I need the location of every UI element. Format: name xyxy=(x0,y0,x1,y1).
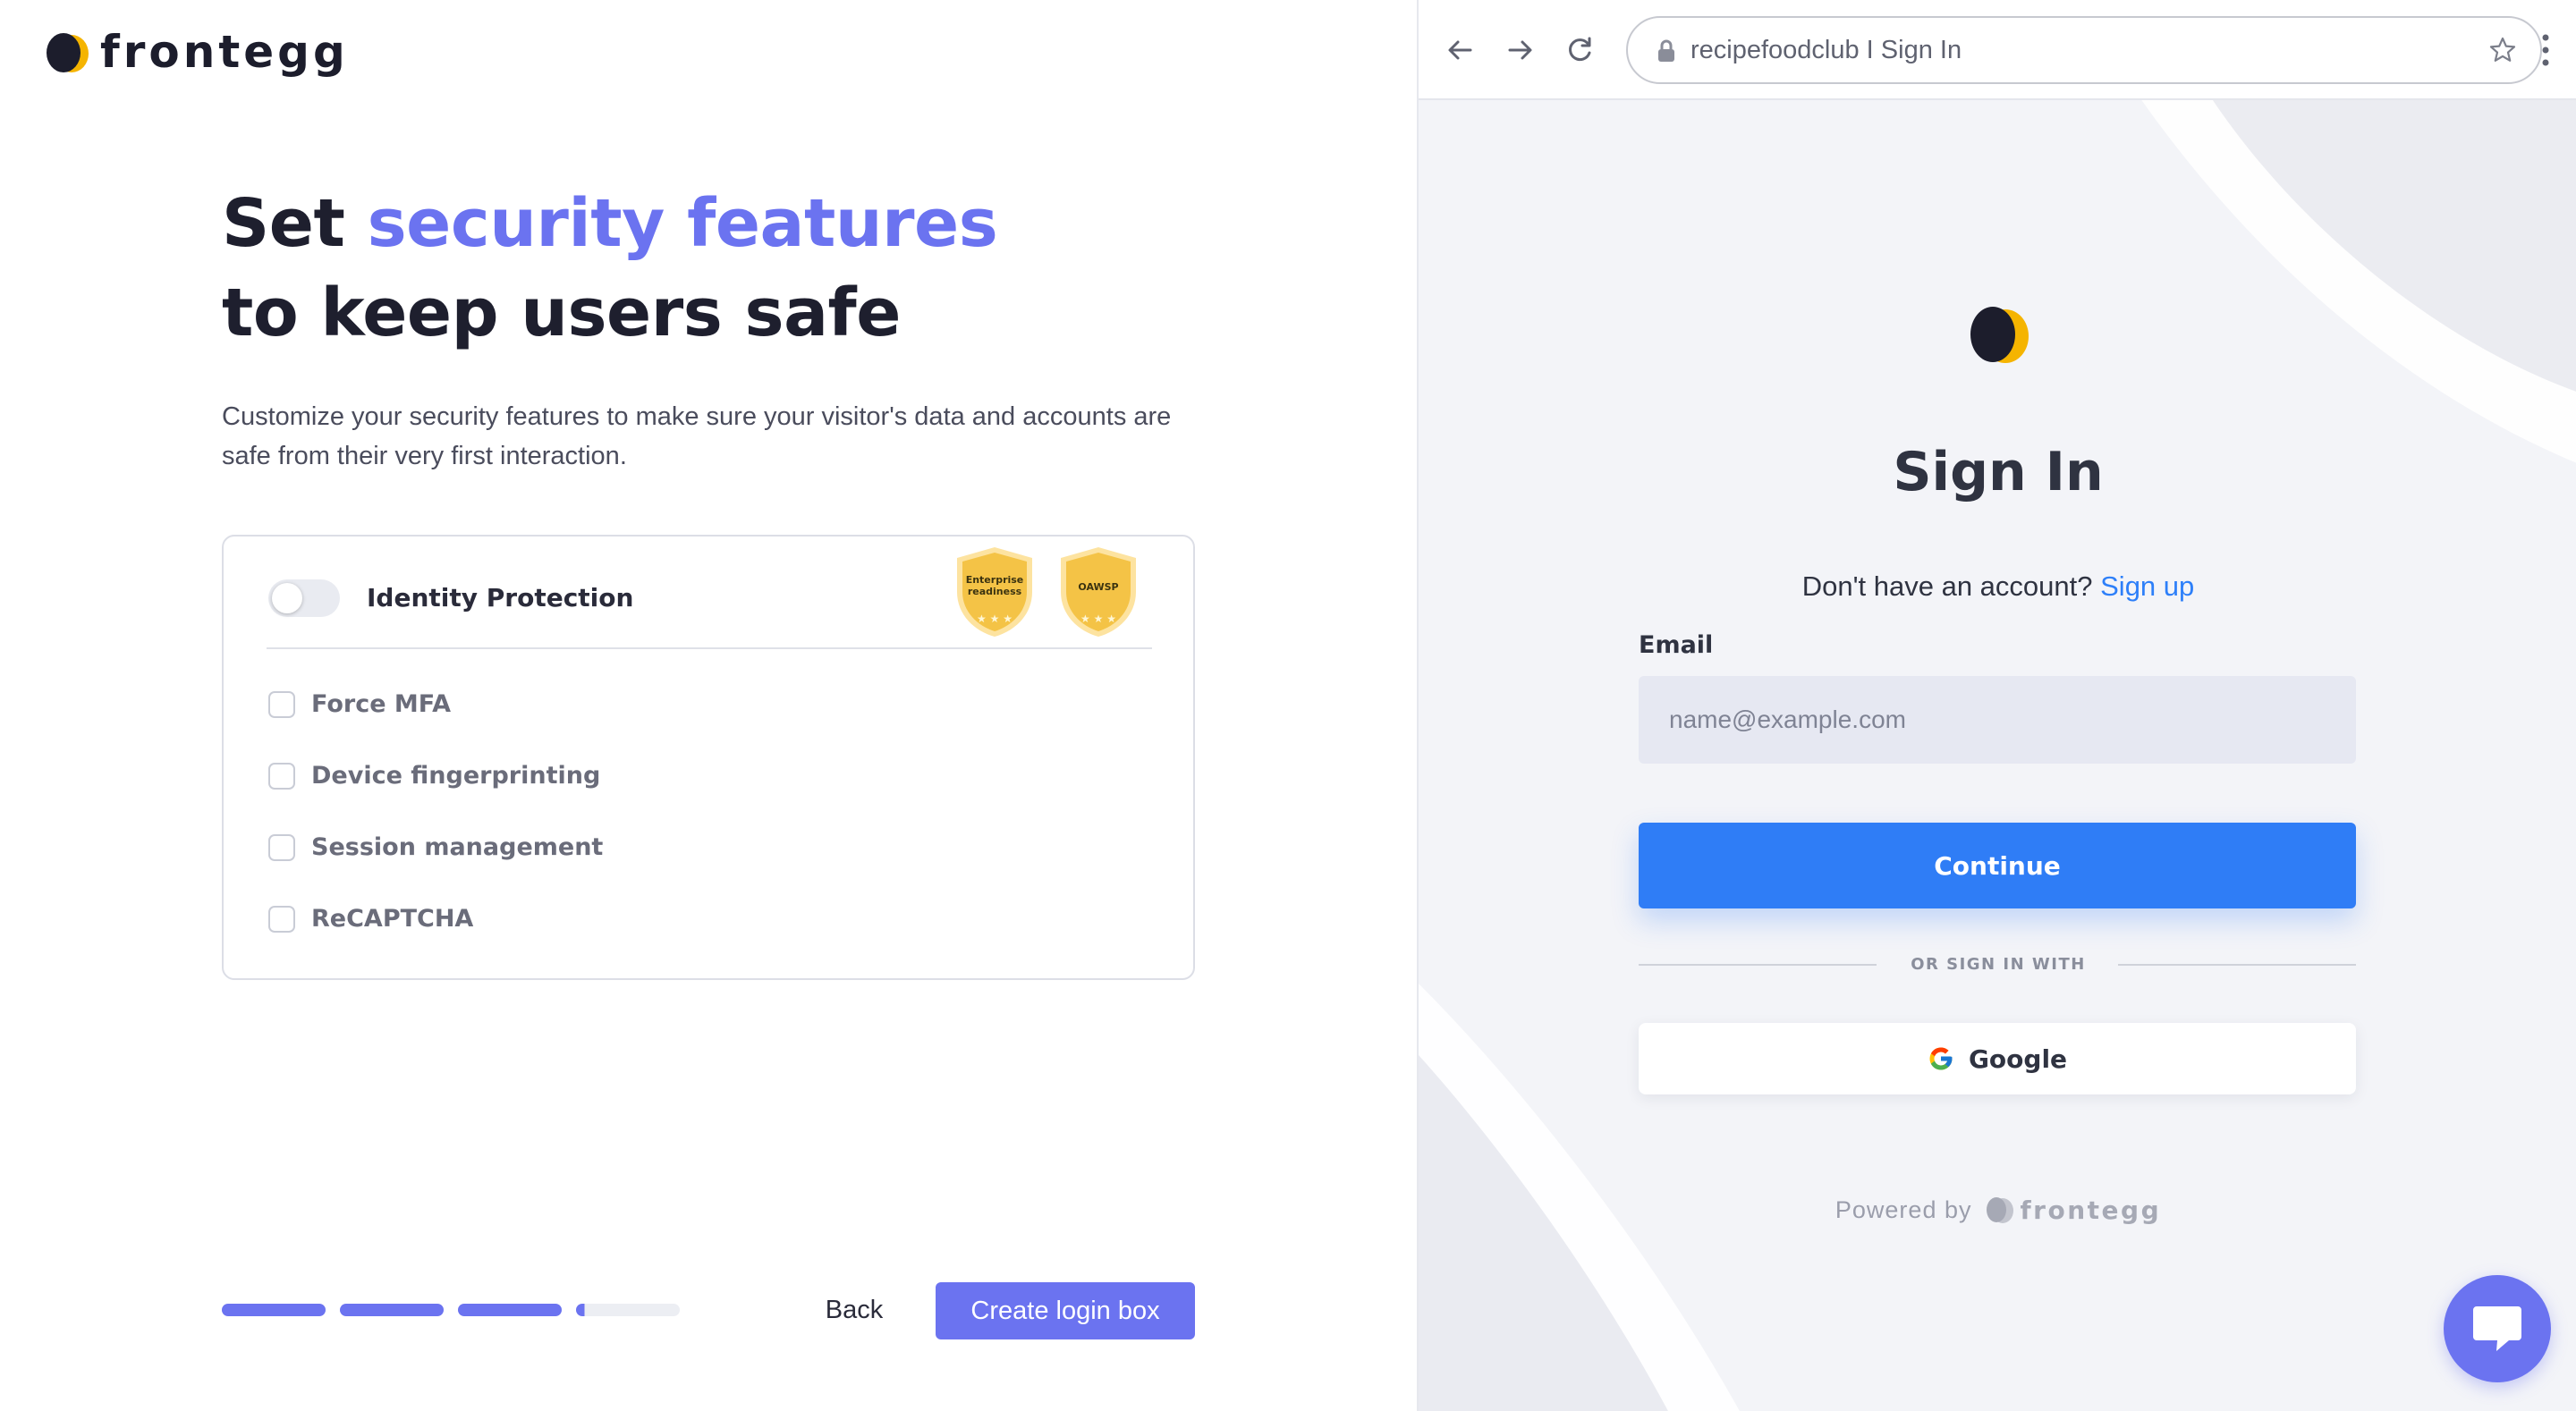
frontegg-small-logo-icon xyxy=(1987,1197,2014,1223)
url-text: recipefoodclub I Sign In xyxy=(1690,36,1962,64)
progress-step-4 xyxy=(576,1304,680,1316)
option-label: Device fingerprinting xyxy=(311,762,601,790)
recaptcha-checkbox[interactable] xyxy=(268,906,295,933)
frontegg-logo-icon xyxy=(47,33,89,72)
headline-line-2: to keep users safe xyxy=(222,275,901,351)
address-bar[interactable]: recipefoodclub I Sign In xyxy=(1626,16,2542,84)
identity-protection-title: Identity Protection xyxy=(367,583,634,613)
option-label: Session management xyxy=(311,833,604,861)
powered-by-text: Powered by xyxy=(1835,1196,1972,1223)
option-session-management[interactable]: Session management xyxy=(268,832,603,864)
or-sign-in-with-text: OR SIGN IN WITH xyxy=(1911,955,2086,974)
page-headline: Set security features to keep users safe xyxy=(222,179,998,358)
browser-menu-icon[interactable] xyxy=(2540,32,2551,68)
identity-protection-toggle[interactable] xyxy=(268,579,340,617)
reload-icon[interactable] xyxy=(1562,32,1597,68)
google-icon xyxy=(1929,1047,1953,1070)
headline-accent: security features xyxy=(367,185,998,262)
badge-1-line-2: readiness xyxy=(967,586,1022,597)
google-label: Google xyxy=(1968,1043,2068,1074)
browser-toolbar: recipefoodclub I Sign In xyxy=(1419,0,2576,100)
option-force-mfa[interactable]: Force MFA xyxy=(268,689,451,721)
frontegg-logo: frontegg xyxy=(43,27,349,77)
powered-by-brand: frontegg xyxy=(2020,1195,2162,1225)
badge-2-line-1: OAWSP xyxy=(1078,581,1119,593)
left-panel: frontegg Set security features to keep u… xyxy=(0,0,1417,1411)
oawsp-badge: ★ ★ ★ OAWSP xyxy=(1055,545,1141,638)
progress-step-3 xyxy=(458,1304,562,1316)
force-mfa-checkbox[interactable] xyxy=(268,691,295,718)
svg-text:★ ★ ★: ★ ★ ★ xyxy=(977,613,1013,625)
continue-button[interactable]: Continue xyxy=(1639,823,2356,908)
back-arrow-icon[interactable] xyxy=(1442,32,1478,68)
step-progress xyxy=(222,1304,680,1316)
progress-step-1 xyxy=(222,1304,326,1316)
back-button[interactable]: Back xyxy=(805,1284,903,1336)
preview-panel: recipefoodclub I Sign In Sign In Don't h… xyxy=(1417,0,2576,1411)
signin-title: Sign In xyxy=(1893,441,2104,503)
session-management-checkbox[interactable] xyxy=(268,834,295,861)
badge-1-line-1: Enterprise xyxy=(965,574,1024,586)
bookmark-star-icon[interactable] xyxy=(2488,36,2517,64)
forward-arrow-icon[interactable] xyxy=(1503,32,1538,68)
chat-bubble-icon xyxy=(2473,1306,2521,1351)
no-account-row: Don't have an account? Sign up xyxy=(1419,567,2576,606)
signup-link[interactable]: Sign up xyxy=(2100,570,2194,602)
headline-prefix: Set xyxy=(222,185,345,262)
enterprise-readiness-badge: ★ ★ ★ Enterprise readiness xyxy=(952,545,1038,638)
toggle-knob xyxy=(272,583,302,613)
email-field[interactable] xyxy=(1639,676,2356,764)
headline-line-1: Set security features xyxy=(222,179,998,268)
option-recaptcha[interactable]: ReCAPTCHA xyxy=(268,903,473,935)
svg-text:★ ★ ★: ★ ★ ★ xyxy=(1080,613,1116,625)
page-description: Customize your security features to make… xyxy=(222,402,1172,470)
app-logo-icon xyxy=(1970,307,2029,363)
create-login-box-button[interactable]: Create login box xyxy=(936,1282,1195,1339)
or-divider-right xyxy=(2118,964,2356,966)
email-label: Email xyxy=(1639,631,1714,659)
option-label: ReCAPTCHA xyxy=(311,905,474,933)
no-account-text: Don't have an account? xyxy=(1801,570,2093,602)
device-fingerprinting-checkbox[interactable] xyxy=(268,763,295,790)
chat-widget-button[interactable] xyxy=(2444,1275,2551,1382)
powered-by-footer: Powered by frontegg xyxy=(1419,1195,2576,1225)
lock-icon xyxy=(1658,39,1674,62)
progress-step-2 xyxy=(340,1304,444,1316)
option-device-fingerprinting[interactable]: Device fingerprinting xyxy=(268,760,600,792)
card-divider xyxy=(267,647,1152,649)
brand-wordmark: frontegg xyxy=(100,26,349,78)
identity-protection-card: Identity Protection ★ ★ ★ Enterprise rea… xyxy=(222,535,1195,980)
option-label: Force MFA xyxy=(311,690,452,718)
google-signin-button[interactable]: Google xyxy=(1639,1023,2356,1094)
